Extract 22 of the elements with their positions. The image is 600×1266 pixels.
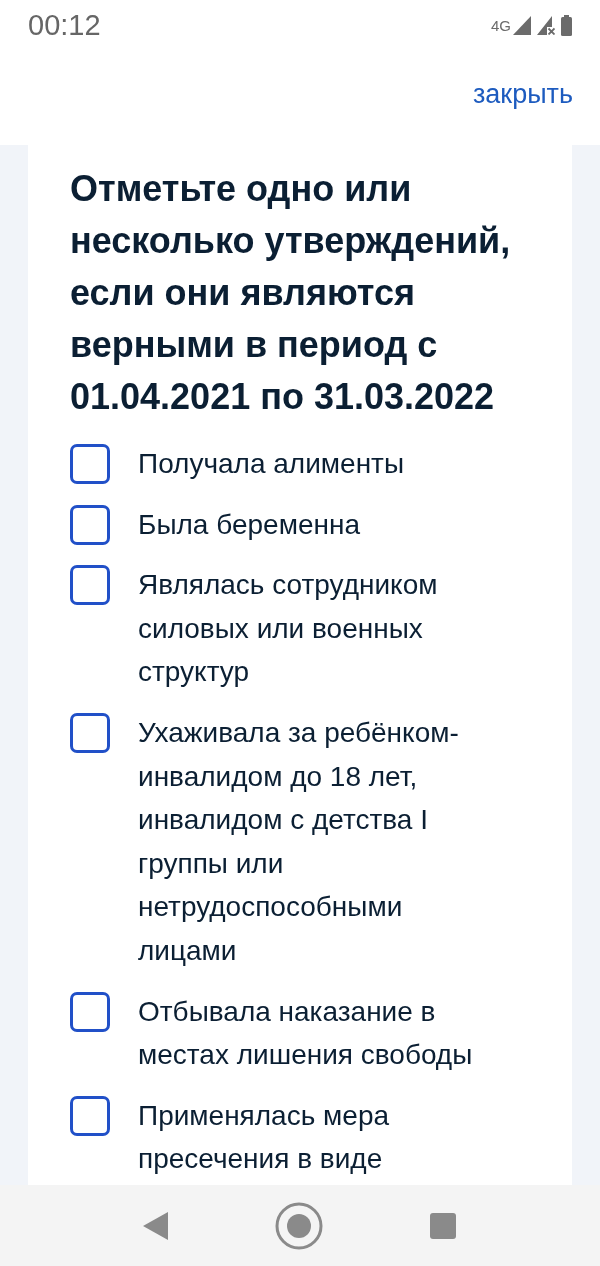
signal-crossed-icon bbox=[537, 15, 555, 35]
back-icon[interactable] bbox=[143, 1211, 168, 1240]
checkbox[interactable] bbox=[70, 991, 110, 1032]
checkbox[interactable] bbox=[70, 504, 110, 545]
recents-icon[interactable] bbox=[430, 1212, 456, 1239]
checkbox[interactable] bbox=[70, 444, 110, 484]
checkbox[interactable] bbox=[70, 712, 110, 753]
signal-icon bbox=[513, 15, 531, 35]
option-label: Ухаживала за ребёнком-инвалидом до 18 лет, инвалидом с детства I группы или нетрудоспособными лицами bbox=[138, 715, 460, 968]
form-title: Отметьте одно или несколько утверждений, если они являются верными в период с 01.04.2021 по 31.03.2022 bbox=[70, 167, 512, 419]
option-label: Отбывала наказание в местах лишения свободы bbox=[138, 994, 474, 1073]
battery-icon bbox=[561, 14, 572, 36]
home-icon[interactable] bbox=[275, 1201, 323, 1250]
option-label: Являлась сотрудником силовых или военных структур bbox=[138, 568, 439, 690]
checkbox[interactable] bbox=[70, 1095, 110, 1136]
close-link[interactable]: закрыть bbox=[472, 79, 573, 110]
option-label: Получала алименты bbox=[138, 447, 405, 481]
option-label: Была беременна bbox=[138, 507, 360, 542]
option-label: Применялась мера пресечения в виде bbox=[138, 1098, 391, 1177]
checkbox[interactable] bbox=[70, 565, 110, 606]
network-label: 4G bbox=[491, 16, 511, 34]
status-time: 00:12 bbox=[28, 8, 101, 42]
